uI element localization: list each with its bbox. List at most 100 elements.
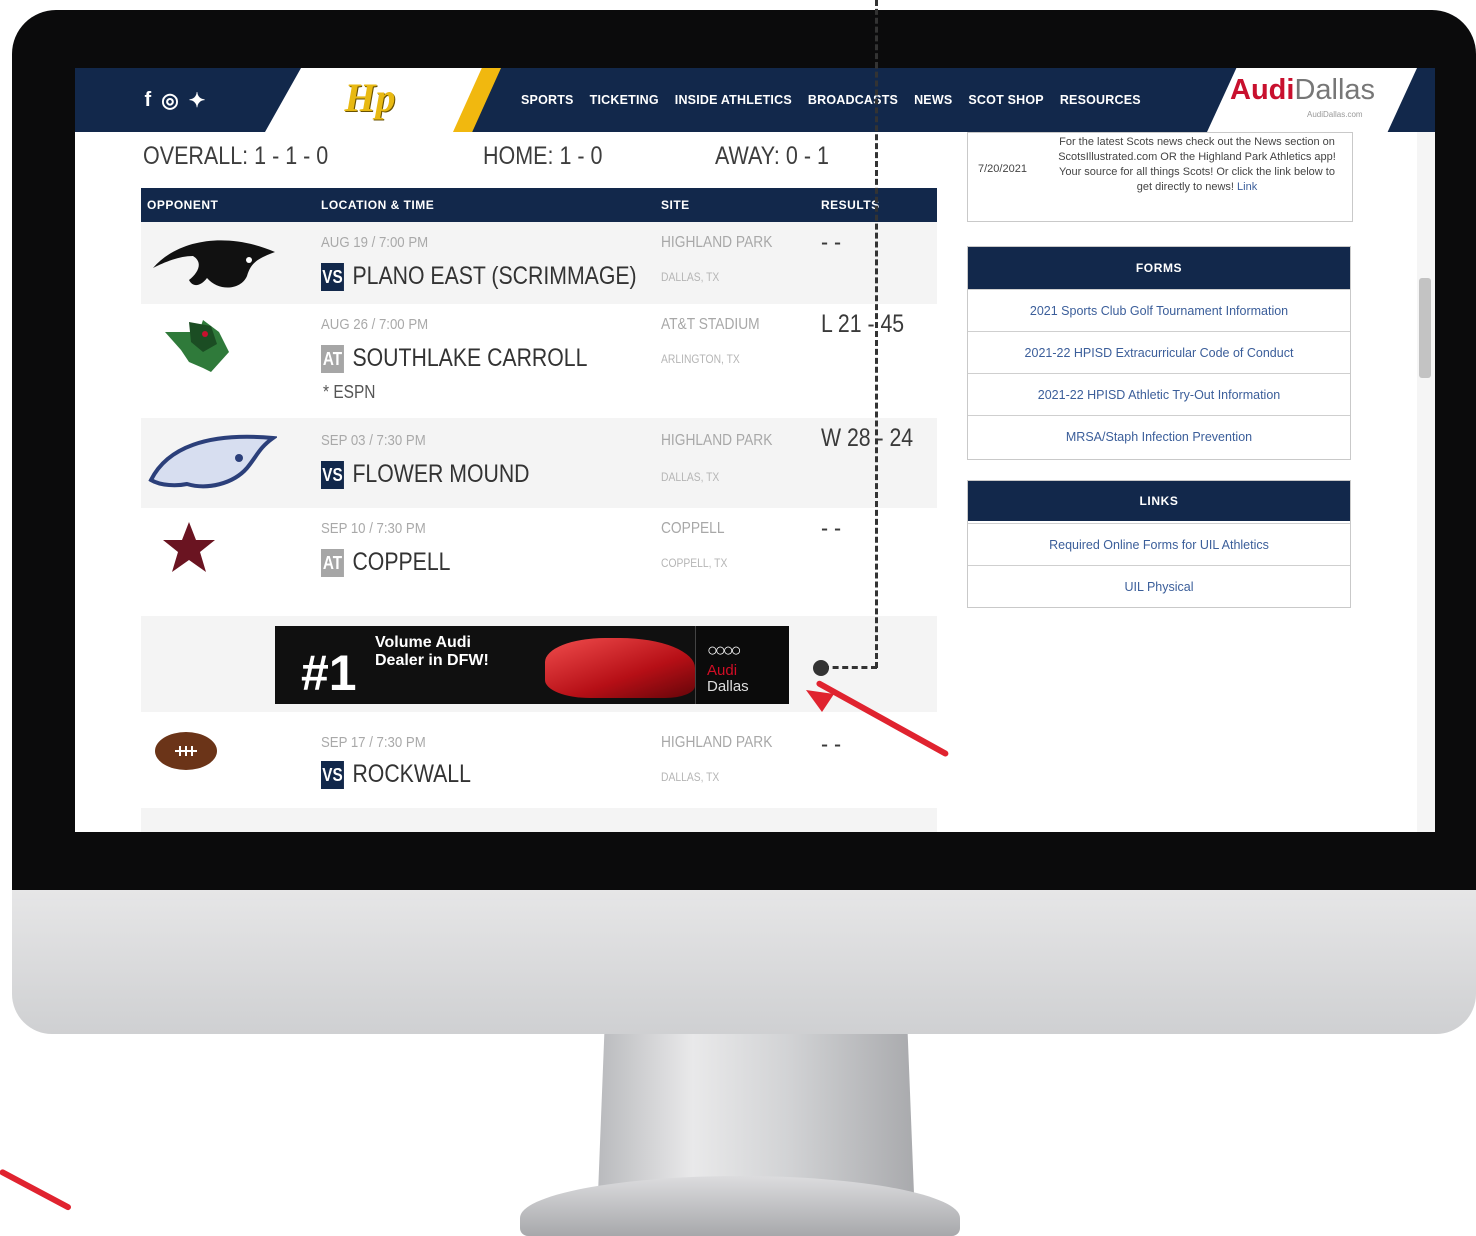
sponsor-logo-audi: Audi	[1230, 74, 1295, 106]
scrollbar-thumb[interactable]	[1419, 278, 1431, 378]
game-date: SEP 03 / 7:30 PM	[321, 432, 426, 449]
sponsor-logo[interactable]: AudiDallas	[1230, 74, 1375, 107]
page-scrollbar[interactable]	[1417, 132, 1435, 832]
banner-brand: Audi	[707, 662, 738, 679]
record-overall: OVERALL: 1 - 1 - 0	[143, 142, 329, 170]
guide-dot	[813, 660, 829, 676]
opponent-name[interactable]: AT SOUTHLAKE CARROLL	[321, 344, 588, 374]
broadcast-note: * ESPN	[323, 382, 376, 402]
site-name: HIGHLAND PARK	[661, 432, 773, 449]
main-menu: SPORTS TICKETING INSIDE ATHLETICS BROADC…	[521, 68, 1141, 132]
facebook-icon[interactable]: f	[145, 89, 152, 112]
col-opponent: OPPONENT	[147, 198, 219, 212]
record-away: AWAY: 0 - 1	[715, 142, 829, 170]
links-box: LINKS Required Online Forms for UIL Athl…	[967, 480, 1351, 608]
site-city: DALLAS, TX	[661, 770, 720, 784]
home-tag: VS	[321, 263, 344, 292]
news-body: For the latest Scots news check out the …	[1058, 136, 1336, 193]
football-icon	[155, 732, 217, 770]
forms-box: FORMS 2021 Sports Club Golf Tournament I…	[967, 246, 1351, 460]
col-location-time: LOCATION & TIME	[321, 198, 435, 212]
sponsor-logo-dallas: Dallas	[1294, 74, 1376, 106]
opponent-name[interactable]: AT COPPELL	[321, 548, 451, 578]
game-date: AUG 19 / 7:00 PM	[321, 234, 429, 251]
sponsor-url: AudiDallas.com	[1307, 110, 1363, 119]
game-result: - -	[821, 730, 842, 758]
game-result: - -	[821, 228, 842, 256]
news-box: 7/20/2021 For the latest Scots news chec…	[967, 132, 1353, 222]
banner-number: #1	[301, 645, 357, 701]
opponent-label: COPPELL	[352, 548, 451, 576]
dragon-logo-icon	[165, 320, 229, 372]
browser-viewport: f ◎ ✦ Hp SPORTS TICKETING INSIDE ATHLETI…	[75, 68, 1435, 832]
dashed-guide-top	[875, 0, 878, 68]
table-row	[141, 808, 937, 832]
annotation-arrow-secondary	[0, 1168, 73, 1212]
audi-rings-icon: ○○○○	[707, 640, 741, 660]
home-tag: VS	[321, 461, 344, 490]
table-row[interactable]: SEP 03 / 7:30 PM VS FLOWER MOUND HIGHLAND…	[141, 418, 937, 508]
table-row[interactable]: SEP 17 / 7:30 PM VS ROCKWALL HIGHLAND PAR…	[141, 712, 937, 808]
site-city: COPPELL, TX	[661, 556, 728, 570]
opponent-label: SOUTHLAKE CARROLL	[352, 344, 588, 372]
menu-item-inside-athletics[interactable]: INSIDE ATHLETICS	[675, 93, 792, 107]
menu-item-ticketing[interactable]: TICKETING	[590, 93, 659, 107]
forms-link-golf[interactable]: 2021 Sports Club Golf Tournament Informa…	[968, 289, 1350, 332]
game-result: - -	[821, 514, 842, 542]
opponent-label: PLANO EAST (SCRIMMAGE)	[352, 262, 637, 290]
banner-city: Dallas	[707, 678, 749, 695]
site-city: DALLAS, TX	[661, 270, 720, 284]
site-name: COPPELL	[661, 520, 725, 537]
opponent-name[interactable]: VS ROCKWALL	[321, 760, 471, 790]
monitor-chin	[12, 890, 1476, 1034]
site-city: ARLINGTON, TX	[661, 352, 740, 366]
links-title: LINKS	[968, 481, 1350, 521]
opponent-label: ROCKWALL	[352, 760, 471, 788]
banner-line2: Dealer in DFW!	[375, 652, 489, 669]
news-date: 7/20/2021	[978, 163, 1027, 175]
home-tag: VS	[321, 761, 344, 790]
site-name: HIGHLAND PARK	[661, 734, 773, 751]
opponent-name[interactable]: VS PLANO EAST (SCRIMMAGE)	[321, 262, 637, 292]
jaguar-logo-icon	[148, 434, 277, 489]
game-date: SEP 10 / 7:30 PM	[321, 520, 426, 537]
game-result: L 21 - 45	[821, 310, 905, 338]
star-logo-icon	[163, 522, 215, 572]
menu-item-broadcasts[interactable]: BROADCASTS	[808, 93, 898, 107]
col-results: RESULTS	[821, 198, 880, 212]
car-image	[545, 638, 695, 698]
opponent-name[interactable]: VS FLOWER MOUND	[321, 460, 530, 490]
site-name: AT&T STADIUM	[661, 316, 760, 333]
banner-line1: Volume Audi	[375, 634, 471, 651]
schedule-header: OPPONENT LOCATION & TIME SITE RESULTS	[141, 188, 937, 222]
table-row[interactable]: SEP 10 / 7:30 PM AT COPPELL COPPELL COPPE…	[141, 508, 937, 616]
away-tag: AT	[321, 549, 344, 578]
game-result: W 28 - 24	[821, 424, 914, 452]
away-tag: AT	[321, 345, 344, 374]
opponent-label: FLOWER MOUND	[352, 460, 530, 488]
site-name: HIGHLAND PARK	[661, 234, 773, 251]
forms-title: FORMS	[968, 247, 1350, 289]
menu-item-resources[interactable]: RESOURCES	[1060, 93, 1141, 107]
forms-link-code-of-conduct[interactable]: 2021-22 HPISD Extracurricular Code of Co…	[968, 331, 1350, 374]
forms-link-mrsa[interactable]: MRSA/Staph Infection Prevention	[968, 415, 1350, 458]
panther-logo-icon	[153, 240, 275, 288]
links-link-uil-forms[interactable]: Required Online Forms for UIL Athletics	[968, 523, 1350, 566]
news-link[interactable]: Link	[1237, 181, 1257, 193]
audi-banner-ad[interactable]: #1 Volume Audi Dealer in DFW! ○○○○ Audi D…	[275, 626, 789, 704]
forms-link-tryout[interactable]: 2021-22 HPISD Athletic Try-Out Informati…	[968, 373, 1350, 416]
game-date: SEP 17 / 7:30 PM	[321, 734, 426, 751]
instagram-icon[interactable]: ◎	[161, 88, 178, 113]
menu-item-news[interactable]: NEWS	[914, 93, 952, 107]
menu-item-scot-shop[interactable]: SCOT SHOP	[968, 93, 1043, 107]
game-date: AUG 26 / 7:00 PM	[321, 316, 429, 333]
table-row[interactable]: AUG 26 / 7:00 PM AT SOUTHLAKE CARROLL * E…	[141, 304, 937, 418]
site-city: DALLAS, TX	[661, 470, 720, 484]
links-link-uil-physical[interactable]: UIL Physical	[968, 565, 1350, 608]
menu-item-sports[interactable]: SPORTS	[521, 93, 574, 107]
twitter-icon[interactable]: ✦	[189, 88, 206, 113]
arrowhead-icon	[806, 690, 834, 712]
school-logo[interactable]: Hp	[315, 74, 425, 126]
social-links: f ◎ ✦	[75, 68, 275, 132]
table-row[interactable]: AUG 19 / 7:00 PM VS PLANO EAST (SCRIMMAGE…	[141, 222, 937, 304]
